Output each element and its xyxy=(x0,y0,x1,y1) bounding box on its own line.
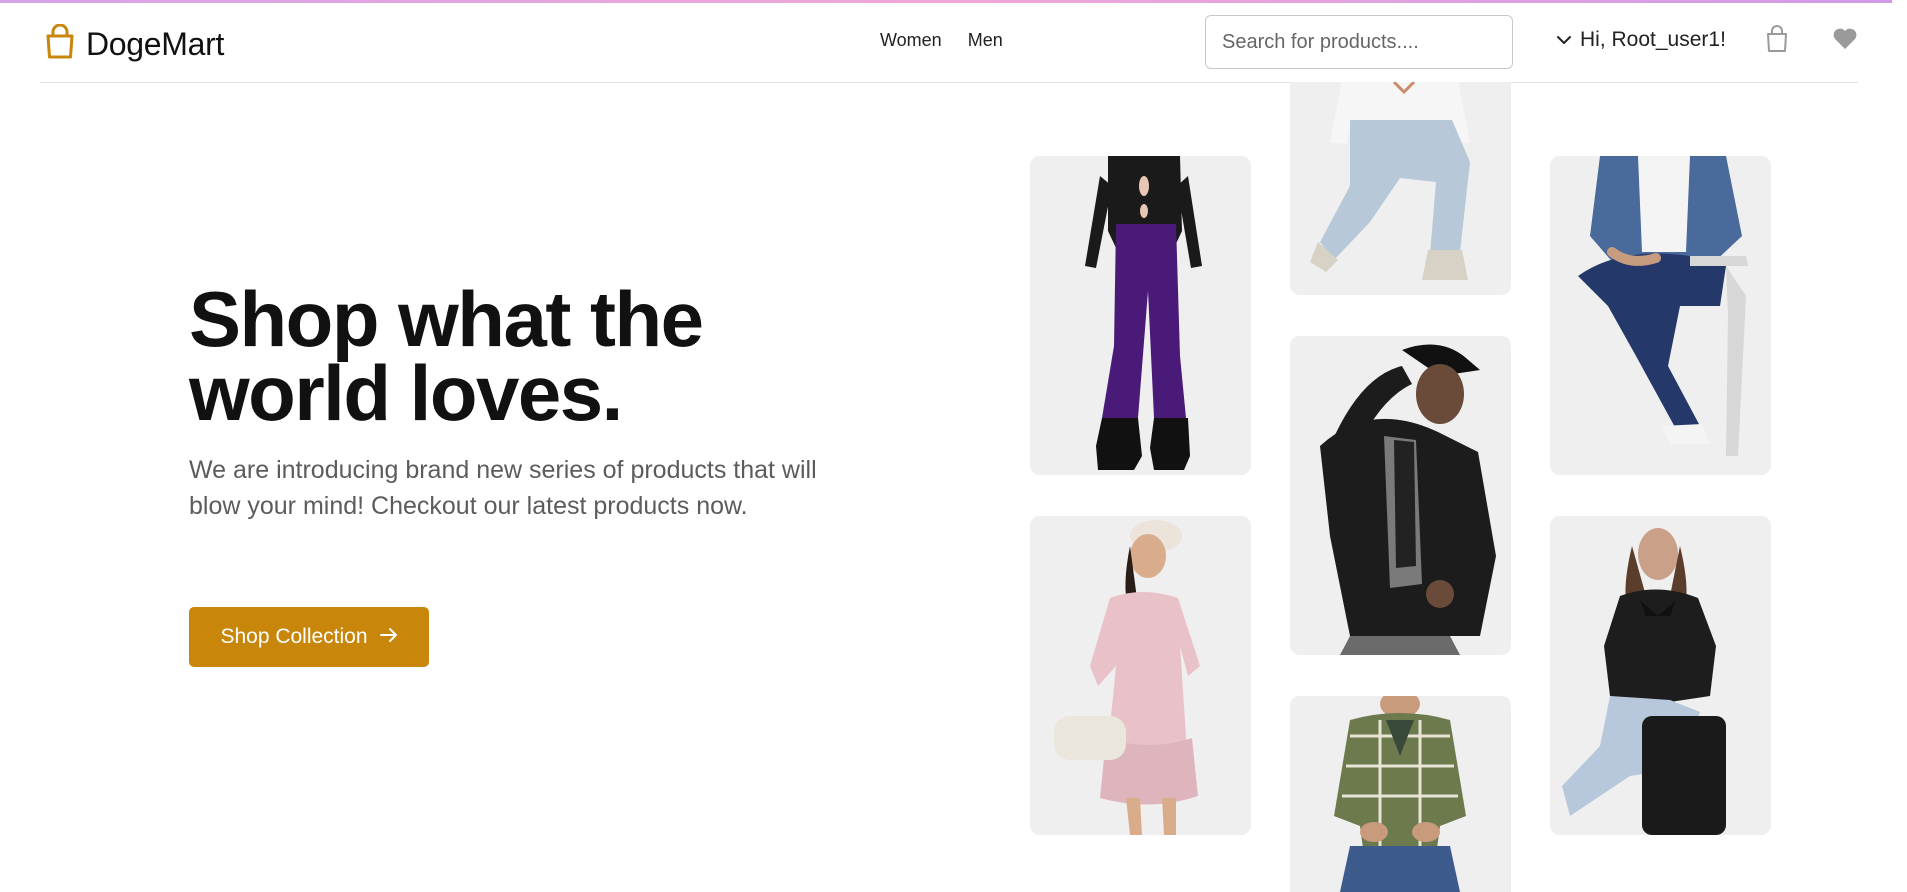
product-photo-man-denim-shirt-sitting[interactable] xyxy=(1550,156,1771,475)
product-photo-woman-leather-jacket-sitting[interactable] xyxy=(1550,516,1771,835)
hero-title: Shop what the world loves. xyxy=(189,275,704,437)
brand-logo[interactable]: DogeMart xyxy=(44,23,225,65)
page-scrollbar[interactable] xyxy=(1892,0,1907,892)
user-greeting: Hi, Root_user1! xyxy=(1580,28,1726,51)
shopping-bag-icon xyxy=(1765,24,1789,58)
cart-button[interactable] xyxy=(1762,24,1792,58)
product-photo-woman-purple-jeans[interactable] xyxy=(1030,156,1251,475)
product-photo-man-plaid-shirt[interactable] xyxy=(1290,696,1511,892)
shop-collection-button[interactable]: Shop Collection xyxy=(189,607,429,667)
brand-name: DogeMart xyxy=(86,26,225,62)
wishlist-button[interactable] xyxy=(1830,26,1860,56)
site-header: DogeMart Women Men Hi, Root_user1! xyxy=(40,0,1858,83)
hero-description: We are introducing brand new series of p… xyxy=(189,456,817,520)
nav-link-men[interactable]: Men xyxy=(968,30,1003,51)
chevron-down-icon xyxy=(1556,28,1572,52)
shop-collection-label: Shop Collection xyxy=(220,625,368,648)
product-photo-woman-pink-dress[interactable] xyxy=(1030,516,1251,835)
product-photo-man-leather-jacket-cap[interactable] xyxy=(1290,336,1511,655)
user-menu[interactable]: Hi, Root_user1! xyxy=(1556,28,1726,52)
arrow-right-icon xyxy=(379,625,398,649)
page: DogeMart Women Men Hi, Root_user1! xyxy=(0,0,1907,892)
nav-link-women[interactable]: Women xyxy=(880,30,942,51)
heart-icon xyxy=(1832,27,1858,56)
product-photo-woman-light-jeans-crouching[interactable] xyxy=(1290,82,1511,295)
search-input[interactable] xyxy=(1205,15,1513,69)
main-nav: Women Men xyxy=(880,30,1003,51)
shopping-bag-icon xyxy=(44,23,76,65)
